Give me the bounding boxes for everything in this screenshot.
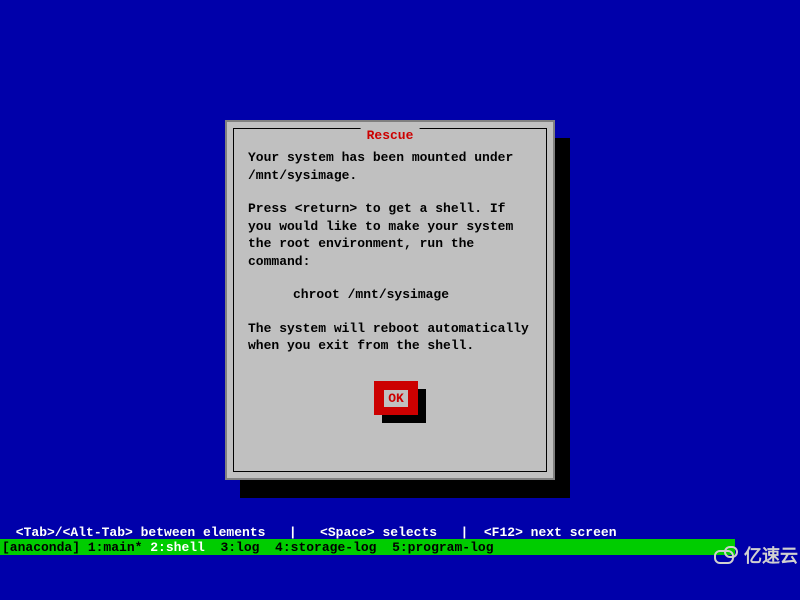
- status-active-screen[interactable]: 2:shell: [150, 540, 205, 555]
- dialog-text-3: The system will reboot automatically whe…: [248, 320, 532, 355]
- ok-button-label: OK: [384, 390, 408, 407]
- cloud-icon: [714, 544, 740, 566]
- dialog-border: Rescue Your system has been mounted unde…: [233, 128, 547, 472]
- watermark-text: 亿速云: [744, 542, 798, 568]
- status-prefix: [anaconda] 1:main*: [2, 540, 150, 555]
- ok-button[interactable]: OK: [374, 381, 418, 415]
- watermark: 亿速云: [714, 542, 798, 568]
- dialog-text-1: Your system has been mounted under /mnt/…: [248, 149, 532, 184]
- dialog-text-2: Press <return> to get a shell. If you wo…: [248, 200, 532, 270]
- dialog-title: Rescue: [361, 128, 420, 143]
- terminal-screen: Rescue Your system has been mounted unde…: [0, 0, 735, 555]
- rescue-dialog: Rescue Your system has been mounted unde…: [225, 120, 555, 480]
- status-bar: [anaconda] 1:main* 2:shell 3:log 4:stora…: [0, 539, 735, 555]
- dialog-content: Your system has been mounted under /mnt/…: [234, 129, 546, 381]
- status-suffix: 3:log 4:storage-log 5:program-log: [205, 540, 494, 555]
- dialog-command: chroot /mnt/sysimage: [248, 286, 532, 304]
